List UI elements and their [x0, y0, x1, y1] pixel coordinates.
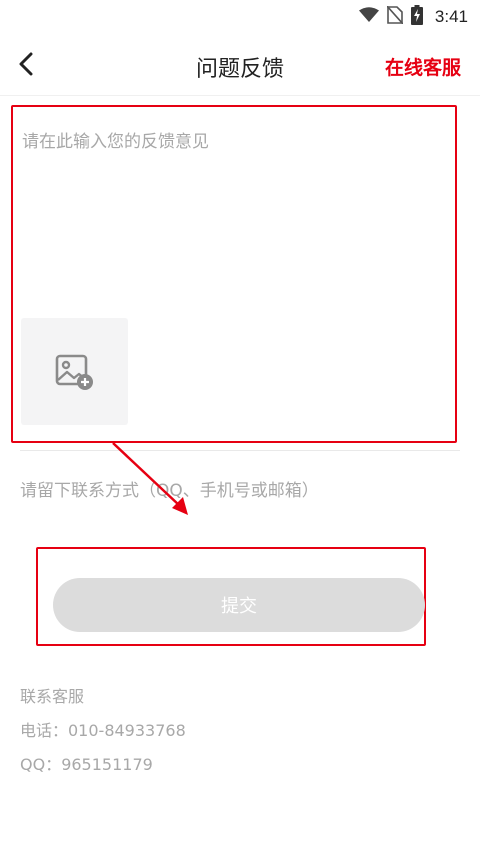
submit-button[interactable]: 提交: [53, 578, 425, 632]
feedback-placeholder: 请在此输入您的反馈意见: [22, 132, 209, 152]
contact-input[interactable]: 请留下联系方式（QQ、手机号或邮箱）: [20, 476, 319, 501]
status-time: 3:41: [434, 6, 468, 26]
battery-charging-icon: [410, 4, 423, 29]
feedback-textarea[interactable]: 请在此输入您的反馈意见: [11, 105, 457, 443]
no-sim-icon: [386, 4, 404, 28]
header: 问题反馈 在线客服: [0, 33, 480, 95]
contact-info: 联系客服 电话：010-84933768 QQ：965151179: [20, 686, 186, 788]
contact-title: 联系客服: [20, 687, 85, 706]
image-upload-button[interactable]: [21, 318, 128, 425]
add-image-icon: [55, 354, 93, 390]
contact-qq: QQ：965151179: [20, 755, 153, 774]
status-bar: 3:41: [0, 0, 480, 33]
content-divider: [20, 450, 460, 451]
contact-phone: 电话：010-84933768: [20, 721, 186, 740]
wifi-icon: [358, 6, 379, 27]
online-service-link[interactable]: 在线客服: [385, 53, 461, 80]
header-divider: [0, 95, 480, 96]
